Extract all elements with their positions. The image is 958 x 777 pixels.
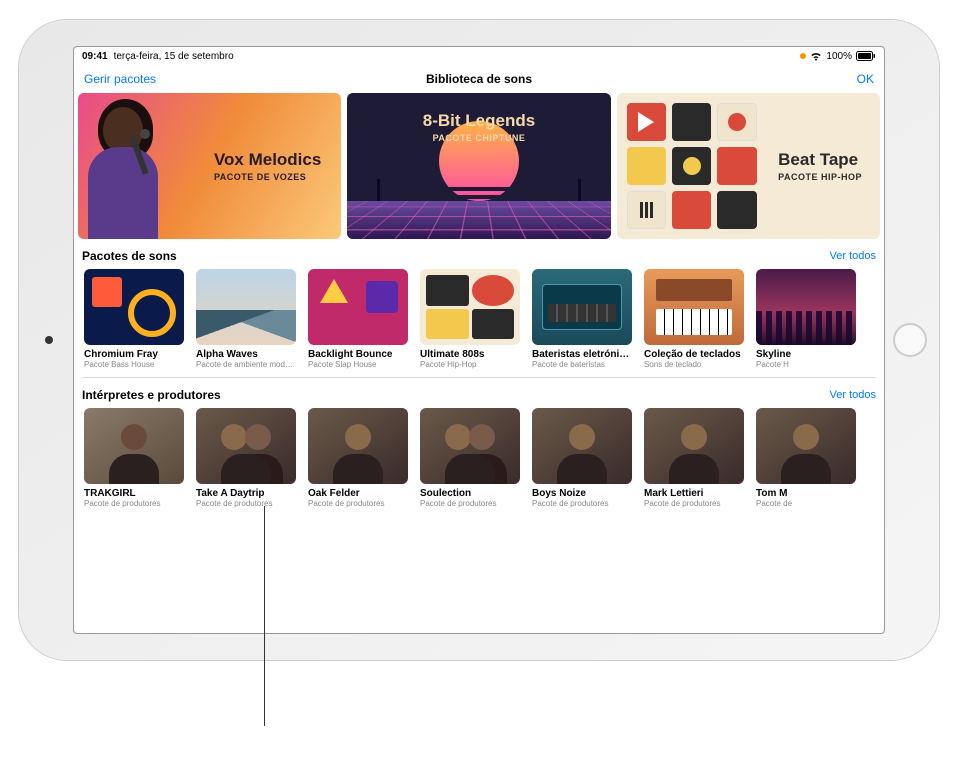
artist-title: Tom M	[756, 488, 856, 499]
artist-item[interactable]: Mark Lettieri Pacote de produtores	[644, 408, 744, 508]
artist-item[interactable]: Soulection Pacote de produtores	[420, 408, 520, 508]
content-scroll[interactable]: Vox Melodics PACOTE DE VOZES 8-Bit Legen…	[74, 93, 884, 633]
section-title-packs: Pacotes de sons	[82, 249, 177, 263]
status-time: 09:41	[82, 51, 108, 62]
pack-subtitle: Pacote Hip-Hop	[420, 360, 520, 369]
camera-dot	[45, 336, 53, 344]
featured-title: Vox Melodics	[214, 150, 321, 170]
see-all-packs-button[interactable]: Ver todos	[830, 250, 876, 262]
pack-subtitle: Sons de teclado	[644, 360, 744, 369]
artist-item[interactable]: Take A Daytrip Pacote de produtores	[196, 408, 296, 508]
see-all-artists-button[interactable]: Ver todos	[830, 389, 876, 401]
retro-grid-icon	[347, 201, 610, 239]
featured-title: 8-Bit Legends	[423, 111, 535, 131]
status-date: terça-feira, 15 de setembro	[114, 51, 234, 62]
battery-icon	[856, 51, 876, 61]
page-title: Biblioteca de sons	[426, 72, 532, 86]
ok-button[interactable]: OK	[857, 72, 874, 86]
artist-title: Soulection	[420, 488, 520, 499]
artist-subtitle: Pacote de produtores	[196, 499, 296, 508]
geometric-art-icon	[627, 103, 757, 229]
wifi-icon	[810, 52, 822, 61]
featured-card-beat-tape[interactable]: Beat Tape PACOTE HIP-HOP	[617, 93, 880, 239]
pack-item[interactable]: Coleção de teclados Sons de teclado	[644, 269, 744, 369]
pack-subtitle: Pacote Slap House	[308, 360, 408, 369]
featured-subtitle: PACOTE CHIPTUNE	[423, 133, 535, 143]
pack-item[interactable]: Bateristas eletrónicos Pacote de bateris…	[532, 269, 632, 369]
artist-photo-icon	[756, 408, 856, 484]
pack-item[interactable]: Chromium Fray Pacote Bass House	[84, 269, 184, 369]
packs-row[interactable]: Chromium Fray Pacote Bass House Alpha Wa…	[82, 269, 876, 369]
nav-bar: Gerir pacotes Biblioteca de sons OK	[74, 65, 884, 93]
pack-title: Bateristas eletrónicos	[532, 349, 632, 360]
pack-subtitle: Pacote de bateristas	[532, 360, 632, 369]
pack-subtitle: Pacote de ambiente moderno	[196, 360, 296, 369]
section-title-artists: Intérpretes e produtores	[82, 388, 221, 402]
manage-packs-button[interactable]: Gerir pacotes	[84, 72, 156, 86]
artist-photo-icon	[644, 408, 744, 484]
artist-item[interactable]: Boys Noize Pacote de produtores	[532, 408, 632, 508]
artist-photo-icon	[532, 408, 632, 484]
featured-title: Beat Tape	[778, 150, 862, 170]
artist-photo-icon	[84, 408, 184, 484]
artist-subtitle: Pacote de	[756, 499, 856, 508]
artist-item[interactable]: TRAKGIRL Pacote de produtores	[84, 408, 184, 508]
pack-title: Ultimate 808s	[420, 349, 520, 360]
artist-subtitle: Pacote de produtores	[420, 499, 520, 508]
pack-thumb-icon	[308, 269, 408, 345]
artist-subtitle: Pacote de produtores	[532, 499, 632, 508]
featured-subtitle: PACOTE DE VOZES	[214, 172, 321, 182]
artist-title: Oak Felder	[308, 488, 408, 499]
pack-title: Chromium Fray	[84, 349, 184, 360]
pack-thumb-icon	[644, 269, 744, 345]
pack-thumb-icon	[84, 269, 184, 345]
artist-title: TRAKGIRL	[84, 488, 184, 499]
artist-photo-icon	[420, 408, 520, 484]
pack-title: Backlight Bounce	[308, 349, 408, 360]
artist-photo-icon	[308, 408, 408, 484]
artist-title: Boys Noize	[532, 488, 632, 499]
pack-thumb-icon	[420, 269, 520, 345]
pack-subtitle: Pacote Bass House	[84, 360, 184, 369]
artist-item[interactable]: Tom M Pacote de	[756, 408, 856, 508]
artist-title: Take A Daytrip	[196, 488, 296, 499]
artist-item[interactable]: Oak Felder Pacote de produtores	[308, 408, 408, 508]
status-bar: 09:41 terça-feira, 15 de setembro 100%	[74, 47, 884, 65]
singer-illustration-icon	[78, 93, 188, 239]
pack-title: Skyline	[756, 349, 856, 360]
artist-subtitle: Pacote de produtores	[308, 499, 408, 508]
artist-photo-icon	[196, 408, 296, 484]
pack-thumb-icon	[196, 269, 296, 345]
screen: 09:41 terça-feira, 15 de setembro 100% G…	[73, 46, 885, 634]
home-button[interactable]	[893, 323, 927, 357]
featured-subtitle: PACOTE HIP-HOP	[778, 172, 862, 182]
recording-indicator-icon	[800, 53, 806, 59]
ipad-frame: 09:41 terça-feira, 15 de setembro 100% G…	[19, 20, 939, 660]
pack-thumb-icon	[756, 269, 856, 345]
featured-card-chiptune[interactable]: 8-Bit Legends PACOTE CHIPTUNE	[347, 93, 610, 239]
artist-subtitle: Pacote de produtores	[644, 499, 744, 508]
pack-thumb-icon	[532, 269, 632, 345]
artists-section: Intérpretes e produtores Ver todos TRAKG…	[74, 378, 884, 512]
battery-percent: 100%	[826, 51, 852, 62]
pack-item[interactable]: Backlight Bounce Pacote Slap House	[308, 269, 408, 369]
pack-item[interactable]: Alpha Waves Pacote de ambiente moderno	[196, 269, 296, 369]
pack-item[interactable]: Skyline Pacote H	[756, 269, 856, 369]
featured-card-vocal[interactable]: Vox Melodics PACOTE DE VOZES	[78, 93, 341, 239]
pack-title: Coleção de teclados	[644, 349, 744, 360]
sound-packs-section: Pacotes de sons Ver todos Chromium Fray …	[74, 239, 884, 373]
callout-line-icon	[264, 506, 265, 726]
featured-row: Vox Melodics PACOTE DE VOZES 8-Bit Legen…	[74, 93, 884, 239]
pack-item[interactable]: Ultimate 808s Pacote Hip-Hop	[420, 269, 520, 369]
artist-title: Mark Lettieri	[644, 488, 744, 499]
pack-subtitle: Pacote H	[756, 360, 856, 369]
artist-subtitle: Pacote de produtores	[84, 499, 184, 508]
pack-title: Alpha Waves	[196, 349, 296, 360]
artists-row[interactable]: TRAKGIRL Pacote de produtores Take A Day…	[82, 408, 876, 508]
